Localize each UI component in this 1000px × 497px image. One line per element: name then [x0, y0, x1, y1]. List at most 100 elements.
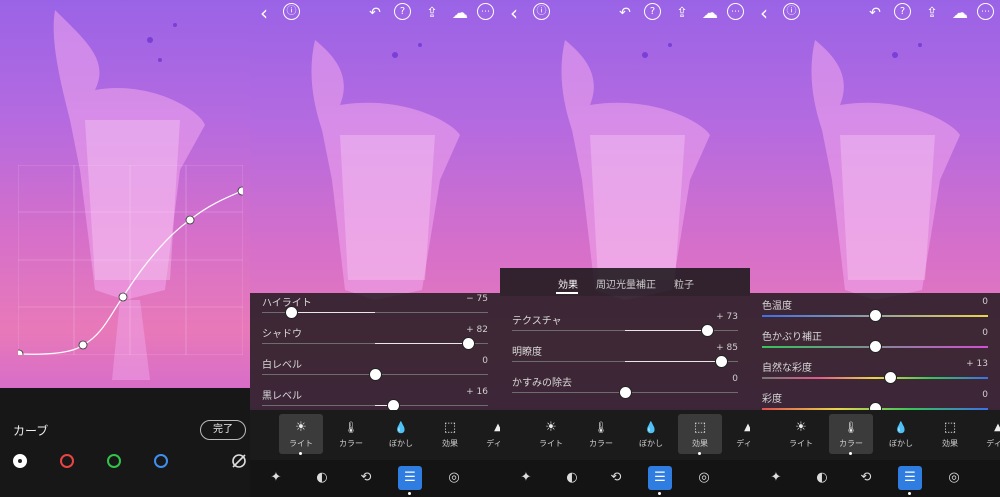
more-icon[interactable]: ⋯	[727, 3, 744, 20]
slider-knob[interactable]	[701, 324, 715, 337]
slider-knob[interactable]	[619, 386, 632, 399]
subtab-vignette[interactable]: 周辺光量補正	[596, 276, 656, 291]
subtab-grain[interactable]: 粒子	[674, 276, 694, 291]
magic-wand-icon[interactable]: ✦	[764, 466, 788, 490]
thermometer-icon: 🌡	[594, 421, 608, 434]
slider-vibrance[interactable]: 自然な彩度 + 13	[762, 359, 988, 389]
crop-icon[interactable]: ⟲	[354, 466, 378, 490]
channel-blue-button[interactable]	[154, 454, 168, 468]
detail-icon: ▲	[494, 422, 500, 433]
undo-icon[interactable]: ↶	[865, 3, 885, 23]
channel-green-button[interactable]	[107, 454, 121, 468]
tab-blur[interactable]: 💧 ぼかし	[879, 414, 923, 454]
share-icon[interactable]: ⇪	[672, 3, 692, 23]
tab-blur[interactable]: 💧 ぼかし	[629, 414, 673, 454]
tab-light[interactable]: ☀ ライト	[279, 414, 323, 455]
slider-dehaze[interactable]: かすみの除去 0	[512, 374, 738, 404]
drop-icon: 💧	[644, 421, 658, 434]
detail-icon: ▲	[744, 422, 750, 433]
link-off-icon[interactable]	[230, 452, 248, 470]
presets-icon[interactable]: ◎	[442, 466, 466, 490]
tab-detail[interactable]: ▲ ディテ	[726, 414, 750, 454]
help-icon[interactable]: ?	[644, 3, 661, 20]
cloud-sync-icon[interactable]: ☁	[950, 3, 970, 23]
slider-knob[interactable]	[369, 368, 382, 381]
vignette-icon: ⬚	[943, 420, 957, 435]
tab-color[interactable]: 🌡 カラー	[329, 414, 373, 454]
tab-effects[interactable]: ⬚ 効果	[678, 414, 722, 455]
back-icon[interactable]: ‹	[754, 3, 774, 23]
undo-icon[interactable]: ↶	[615, 3, 635, 23]
slider-whites[interactable]: 白レベル 0	[262, 356, 488, 386]
slider-knob[interactable]	[285, 306, 299, 319]
more-icon[interactable]: ⋯	[977, 3, 994, 20]
curve-title: カーブ	[13, 424, 49, 438]
done-button[interactable]: 完了	[200, 420, 246, 440]
share-icon[interactable]: ⇪	[922, 3, 942, 23]
adjust-icon[interactable]: ☰	[898, 466, 922, 495]
vignette-icon: ⬚	[693, 420, 707, 435]
magic-wand-icon[interactable]: ✦	[264, 466, 288, 490]
help-icon[interactable]: ?	[394, 3, 411, 20]
slider-tint[interactable]: 色かぶり補正 0	[762, 328, 988, 358]
drop-icon: 💧	[394, 421, 408, 434]
light-screen: ‹ ⓘ ↶ ? ⇪ ☁ ⋯ ハイライト − 75 シャドウ + 82 白レベル …	[250, 0, 500, 497]
info-icon[interactable]: ⓘ	[783, 3, 800, 20]
subtab-effects[interactable]: 効果	[558, 276, 578, 291]
tone-curve[interactable]	[18, 165, 243, 355]
tab-effects[interactable]: ⬚ 効果	[928, 414, 972, 454]
color-sliders: 色温度 0 色かぶり補正 0 自然な彩度 + 13 彩度 0	[750, 293, 1000, 415]
tool-tabs: ☀ ライト 🌡 カラー 💧 ぼかし ⬚ 効果 ▲ ディテ	[750, 410, 1000, 460]
slider-knob[interactable]	[715, 355, 729, 368]
tab-light[interactable]: ☀ ライト	[529, 414, 573, 454]
share-icon[interactable]: ⇪	[422, 3, 442, 23]
tab-effects[interactable]: ⬚ 効果	[428, 414, 472, 454]
more-icon[interactable]: ⋯	[477, 3, 494, 20]
photo	[0, 0, 250, 388]
adjust-icon[interactable]: ☰	[648, 466, 672, 495]
thermometer-icon: 🌡	[844, 421, 858, 434]
channel-white-button[interactable]	[13, 454, 27, 468]
tab-partial-left[interactable]	[250, 414, 258, 454]
tab-color[interactable]: 🌡 カラー	[829, 414, 873, 455]
slider-knob[interactable]	[883, 371, 897, 384]
heal-icon[interactable]: ◐	[810, 466, 834, 490]
channel-red-button[interactable]	[60, 454, 74, 468]
adjust-icon[interactable]: ☰	[398, 466, 422, 495]
sun-icon: ☀	[295, 420, 307, 435]
slider-knob[interactable]	[869, 340, 882, 353]
presets-icon[interactable]: ◎	[942, 466, 966, 490]
slider-highlights[interactable]: ハイライト − 75	[262, 294, 488, 324]
heal-icon[interactable]: ◐	[310, 466, 334, 490]
heal-icon[interactable]: ◐	[560, 466, 584, 490]
back-icon[interactable]: ‹	[254, 3, 274, 23]
tab-detail[interactable]: ▲ ディテ	[976, 414, 1000, 454]
tool-tabs: ☀ ライト 🌡 カラー 💧 ぼかし ⬚ 効果 ▲ ディテ	[500, 410, 750, 460]
help-icon[interactable]: ?	[894, 3, 911, 20]
slider-knob[interactable]	[869, 309, 882, 322]
presets-icon[interactable]: ◎	[692, 466, 716, 490]
sun-icon: ☀	[795, 420, 807, 435]
slider-clarity[interactable]: 明瞭度 + 85	[512, 343, 738, 373]
color-screen: ‹ ⓘ ↶ ? ⇪ ☁ ⋯ 色温度 0 色かぶり補正 0 自然な彩度 + 13 …	[750, 0, 1000, 497]
thermometer-icon: 🌡	[344, 421, 358, 434]
info-icon[interactable]: ⓘ	[283, 3, 300, 20]
crop-icon[interactable]: ⟲	[854, 466, 878, 490]
tab-light[interactable]: ☀ ライト	[779, 414, 823, 454]
back-icon[interactable]: ‹	[504, 3, 524, 23]
top-toolbar: ‹ ⓘ ↶ ? ⇪ ☁ ⋯	[750, 0, 1000, 26]
crop-icon[interactable]: ⟲	[604, 466, 628, 490]
cloud-sync-icon[interactable]: ☁	[700, 3, 720, 23]
slider-texture[interactable]: テクスチャ + 73	[512, 312, 738, 342]
slider-temperature[interactable]: 色温度 0	[762, 297, 988, 327]
slider-knob[interactable]	[461, 337, 475, 350]
info-icon[interactable]: ⓘ	[533, 3, 550, 20]
tab-blur[interactable]: 💧 ぼかし	[379, 414, 423, 454]
undo-icon[interactable]: ↶	[365, 3, 385, 23]
slider-shadows[interactable]: シャドウ + 82	[262, 325, 488, 355]
tab-color[interactable]: 🌡 カラー	[579, 414, 623, 454]
cloud-sync-icon[interactable]: ☁	[450, 3, 470, 23]
tab-detail[interactable]: ▲ ディテ	[476, 414, 500, 454]
light-sliders: ハイライト − 75 シャドウ + 82 白レベル 0 黒レベル + 16	[250, 293, 500, 412]
magic-wand-icon[interactable]: ✦	[514, 466, 538, 490]
